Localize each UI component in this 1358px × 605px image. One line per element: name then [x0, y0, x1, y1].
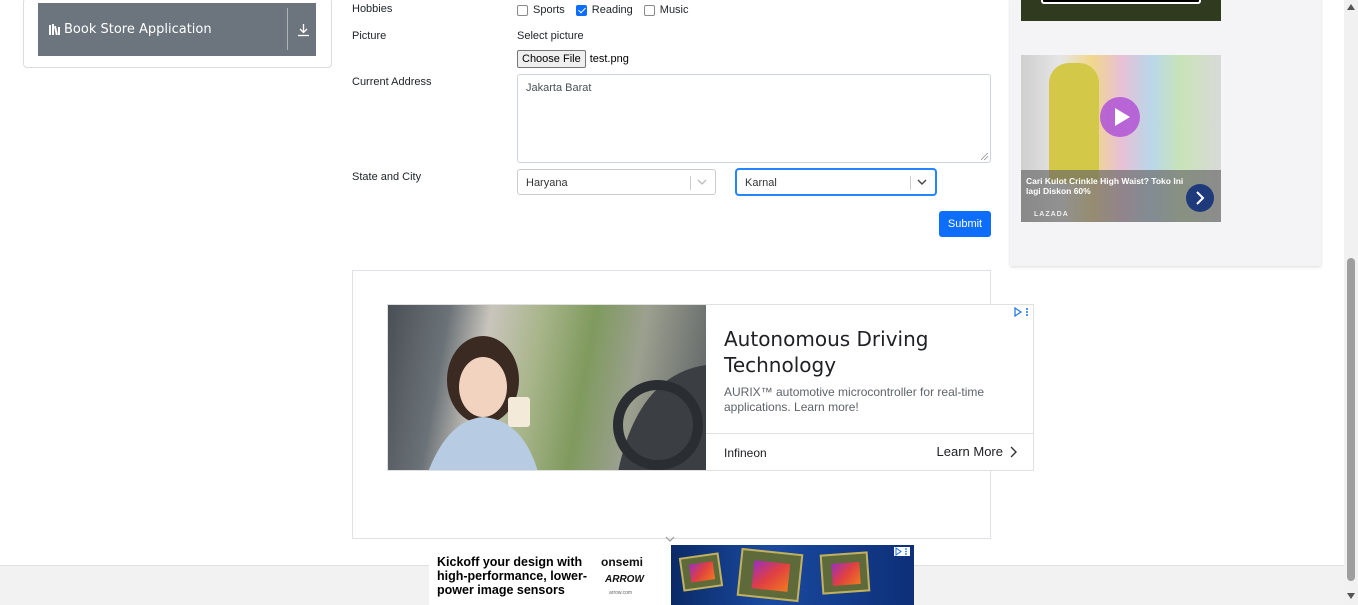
state-select-separator	[690, 176, 691, 190]
chevron-right-icon[interactable]	[1009, 446, 1017, 458]
sensor-chip-image	[819, 551, 871, 595]
right-ad-video[interactable]: Cari Kulot Crinkle High Waist? Toko Ini …	[1021, 55, 1221, 222]
state-select[interactable]: Haryana	[517, 169, 716, 195]
collapse-ad-icon[interactable]	[664, 535, 676, 543]
arrow-right-circle-icon[interactable]	[1186, 184, 1214, 212]
sensor-chip-die	[688, 561, 716, 583]
reading-checkbox-label[interactable]: Reading	[592, 4, 633, 16]
right-ad-caption[interactable]: Cari Kulot Crinkle High Waist? Toko Ini …	[1026, 176, 1186, 196]
learn-more-link[interactable]: Learn More	[937, 444, 1003, 459]
sensor-chip-die	[831, 561, 861, 586]
resize-grip-icon[interactable]	[981, 153, 988, 160]
arrow-url: arrow.com	[609, 590, 633, 596]
right-ad-top-banner[interactable]	[1021, 0, 1221, 21]
hobbies-checkbox-group: Sports Reading Music	[517, 3, 700, 17]
ad-divider	[706, 433, 1033, 434]
ad-card[interactable]: Autonomous Driving Technology AURIX™ aut…	[387, 304, 1034, 471]
city-select[interactable]: Karnal	[736, 169, 936, 195]
right-ad-top-bar	[1041, 0, 1201, 4]
current-address-label: Current Address	[352, 76, 432, 88]
ad-image[interactable]	[388, 305, 706, 470]
reading-checkbox[interactable]	[575, 4, 587, 16]
ad-photo-illustration	[428, 336, 706, 470]
sports-checkbox[interactable]	[517, 4, 528, 16]
picture-label: Picture	[352, 30, 387, 42]
file-upload: Choose File test.png	[517, 50, 629, 68]
chevron-down-icon[interactable]	[917, 177, 927, 187]
music-checkbox[interactable]	[643, 4, 655, 16]
bottom-anchor-ad[interactable]: Kickoff your design with high-performanc…	[429, 545, 914, 605]
submit-button[interactable]: Submit	[939, 211, 991, 237]
chevron-down-icon[interactable]	[697, 177, 707, 187]
bottom-ad-text-area: Kickoff your design with high-performanc…	[429, 545, 671, 605]
sidebar-group-book-store[interactable]: Book Store Application	[38, 3, 316, 56]
ad-description[interactable]: AURIX™ automotive microcontroller for re…	[724, 385, 1014, 415]
sports-checkbox-label[interactable]: Sports	[533, 4, 565, 16]
right-ad-source: LAZADA	[1034, 211, 1069, 218]
city-select-separator	[910, 176, 911, 190]
current-address-textarea[interactable]: Jakarta Barat	[517, 74, 991, 163]
sidebar-group-label: Book Store Application	[64, 22, 212, 37]
ad-choices-icon[interactable]	[894, 547, 910, 556]
right-ad-model-figure	[1049, 63, 1099, 183]
state-city-label: State and City	[352, 171, 422, 183]
ad-advertiser[interactable]: Infineon	[724, 446, 767, 460]
music-checkbox-label[interactable]: Music	[660, 4, 689, 16]
sensor-chip-die	[751, 560, 791, 592]
arrow-logo: ARROW	[605, 574, 644, 585]
state-select-value: Haryana	[526, 177, 568, 189]
scrollbar-thumb[interactable]	[1347, 258, 1355, 581]
current-address-value: Jakarta Barat	[526, 82, 592, 94]
choose-file-button[interactable]: Choose File	[517, 50, 586, 68]
scroll-up-arrow-icon[interactable]	[1347, 4, 1355, 10]
ad-title[interactable]: Autonomous Driving Technology	[724, 326, 1014, 378]
onsemi-logo: onsemi	[601, 555, 644, 569]
city-select-value: Karnal	[745, 177, 777, 189]
scroll-down-arrow-icon[interactable]	[1347, 593, 1355, 599]
download-icon[interactable]	[297, 23, 310, 37]
bottom-ad-headline[interactable]: Kickoff your design with high-performanc…	[437, 555, 592, 597]
play-icon[interactable]	[1099, 96, 1141, 138]
hobbies-label: Hobbies	[352, 3, 393, 15]
sidebar-group-divider	[287, 8, 288, 50]
selected-file-name: test.png	[589, 53, 629, 65]
bottom-ad-image[interactable]	[671, 545, 914, 605]
page-scrollbar[interactable]	[1344, 0, 1358, 605]
sensor-chip-image	[678, 552, 724, 592]
sensor-chip-image	[736, 547, 804, 603]
books-icon	[49, 24, 60, 36]
right-ad-caption-bar: Cari Kulot Crinkle High Waist? Toko Ini …	[1021, 170, 1221, 222]
select-picture-hint: Select picture	[517, 30, 584, 42]
ad-choices-icon[interactable]	[1013, 307, 1029, 317]
